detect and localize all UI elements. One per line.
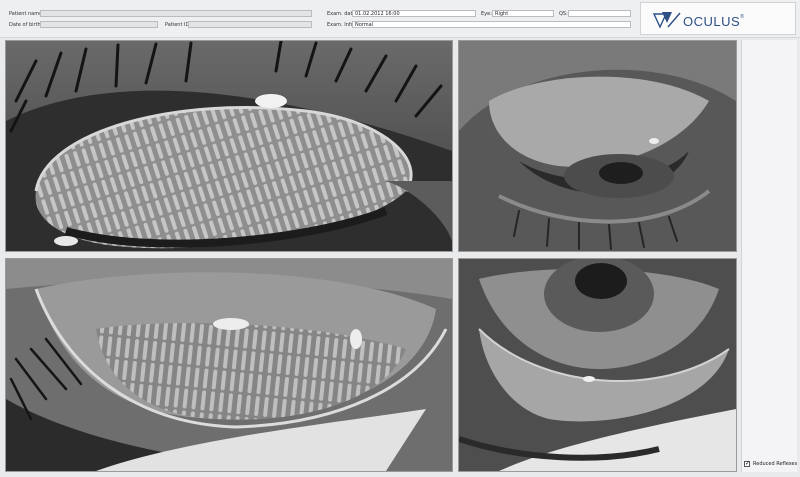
exam-info-field[interactable]: Normal	[352, 21, 631, 28]
brand-name: OCULUS®	[683, 14, 745, 29]
qs-label: QS:	[559, 11, 568, 17]
dob-label: Date of birth:	[9, 22, 43, 28]
image-tile-top-right[interactable]	[458, 40, 737, 252]
image-tile-top-left[interactable]	[5, 40, 453, 252]
lower-eye-image	[459, 259, 736, 471]
oculus-logo-icon	[653, 12, 681, 29]
everted-upper-lid-image	[6, 41, 452, 251]
patient-header: Patient name: Date of birth: Patient ID:…	[0, 0, 800, 38]
everted-lower-lid-image	[6, 259, 452, 471]
patient-name-label: Patient name:	[9, 11, 44, 17]
image-tile-bottom-left[interactable]	[5, 258, 453, 472]
exam-date-field[interactable]: 01.02.2012 16:00	[352, 10, 476, 17]
patient-id-field[interactable]	[188, 21, 312, 28]
upper-eye-image	[459, 41, 736, 251]
oculus-logo: OCULUS®	[640, 2, 796, 35]
qs-field[interactable]	[568, 10, 631, 17]
image-tile-bottom-right[interactable]	[458, 258, 737, 472]
right-side-panel	[741, 40, 797, 472]
reduced-reflexes-checkbox[interactable]: ✓	[744, 461, 750, 467]
checkmark-icon: ✓	[745, 460, 751, 467]
eye-field[interactable]: Right	[492, 10, 554, 17]
reduced-reflexes-label: Reduced Reflexes	[753, 461, 798, 467]
patient-name-field[interactable]	[40, 10, 312, 17]
eye-label: Eye:	[481, 11, 492, 17]
dob-field[interactable]	[40, 21, 158, 28]
